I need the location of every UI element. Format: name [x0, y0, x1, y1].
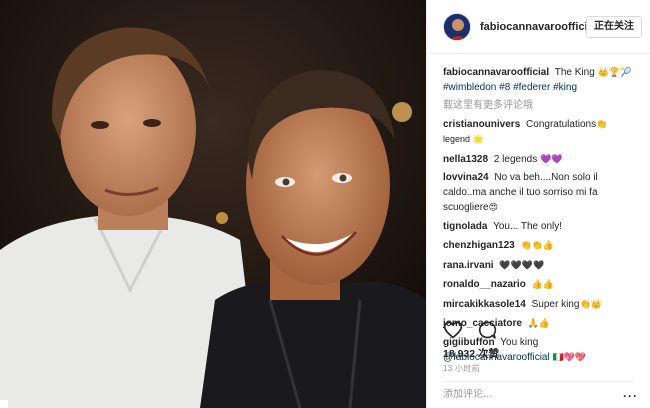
comment-emoji: 🙏👍	[527, 318, 551, 328]
hashtag-8[interactable]: #8	[499, 82, 510, 93]
divider	[443, 381, 634, 382]
comment: mircakikkasole14 Super king👏👑	[443, 297, 634, 313]
post-side-panel: fabiocannavaroofficial 正在关注 fabiocannava…	[426, 0, 650, 408]
comment-emoji: 👍👍	[531, 279, 555, 289]
comment-username[interactable]: ronaldo__nazario	[443, 279, 526, 290]
hashtag-king[interactable]: #king	[553, 82, 577, 93]
caption-text: The King	[554, 67, 595, 78]
comment-emoji: 😍	[488, 202, 498, 212]
comment: tignolada You... The only!	[443, 220, 634, 235]
caption-username[interactable]: fabiocannavaroofficial	[443, 67, 549, 78]
post-photo[interactable]	[0, 0, 426, 408]
caption: fabiocannavaroofficial The King 👑🏆🎾 #wim…	[443, 65, 634, 95]
comment-text: 2 legends	[493, 153, 538, 165]
post-timestamp: 13 小时前	[443, 364, 480, 373]
more-options-icon[interactable]: ···	[623, 389, 638, 403]
comment-text: You... The only!	[493, 220, 563, 232]
comment-bubble-icon[interactable]	[477, 320, 497, 340]
header-username[interactable]: fabiocannavaroofficial	[480, 21, 586, 33]
comment: cristianounivers Congratulations👏legend …	[443, 117, 634, 148]
comment: lovvina24 No va beh....Non solo il caldo…	[443, 171, 634, 216]
comment-username[interactable]: lovvina24	[443, 172, 489, 183]
add-comment-input[interactable]	[443, 389, 623, 400]
caption-emojis: 👑🏆🎾	[597, 67, 632, 77]
comment: rana.irvani 🖤🖤🖤🖤	[443, 258, 634, 274]
comment-username[interactable]: tignolada	[443, 221, 487, 232]
following-button[interactable]: 正在关注	[586, 15, 642, 38]
comment-text: You king	[500, 336, 539, 348]
like-heart-icon[interactable]	[443, 320, 463, 340]
avatar-image-icon	[444, 13, 470, 40]
likes-count[interactable]: 18,932 次赞	[443, 346, 499, 361]
hashtag-federer[interactable]: #federer	[513, 82, 550, 93]
comment-username[interactable]: chenzhigan123	[443, 240, 515, 251]
comment-emoji: 💜💜	[539, 153, 563, 164]
photo-illustration	[0, 0, 426, 408]
photo-corner	[0, 400, 8, 408]
comment: chenzhigan123 👏👏👍	[443, 238, 634, 254]
comment-text: Super king	[531, 298, 580, 310]
post-header: fabiocannavaroofficial 正在关注	[427, 0, 650, 54]
post-actions	[443, 320, 497, 340]
comment-username[interactable]: cristianounivers	[443, 119, 520, 130]
comment-emoji: 👏👑	[579, 298, 602, 309]
comment-emoji: 🇮🇹💖💖	[552, 352, 587, 362]
avatar[interactable]	[443, 12, 471, 41]
comment-text: Congratulations	[526, 118, 597, 130]
hashtag-wimbledon[interactable]: #wimbledon	[443, 82, 496, 93]
comments-list: fabiocannavaroofficial The King 👑🏆🎾 #wim…	[427, 54, 650, 366]
comment: ronaldo__nazario 👍👍	[443, 277, 634, 293]
comment-emoji: 👏👏👍	[520, 240, 555, 250]
comment-username[interactable]: rana.irvani	[443, 260, 494, 271]
comment-username[interactable]: mircakikkasole14	[443, 299, 526, 310]
comment-emoji: 🖤🖤🖤🖤	[499, 259, 545, 270]
view-more-comments-link[interactable]: 载这里有更多评论哦	[443, 99, 634, 114]
comment: nella1328 2 legends 💜💜	[443, 152, 634, 168]
comment-username[interactable]: nella1328	[443, 154, 488, 165]
